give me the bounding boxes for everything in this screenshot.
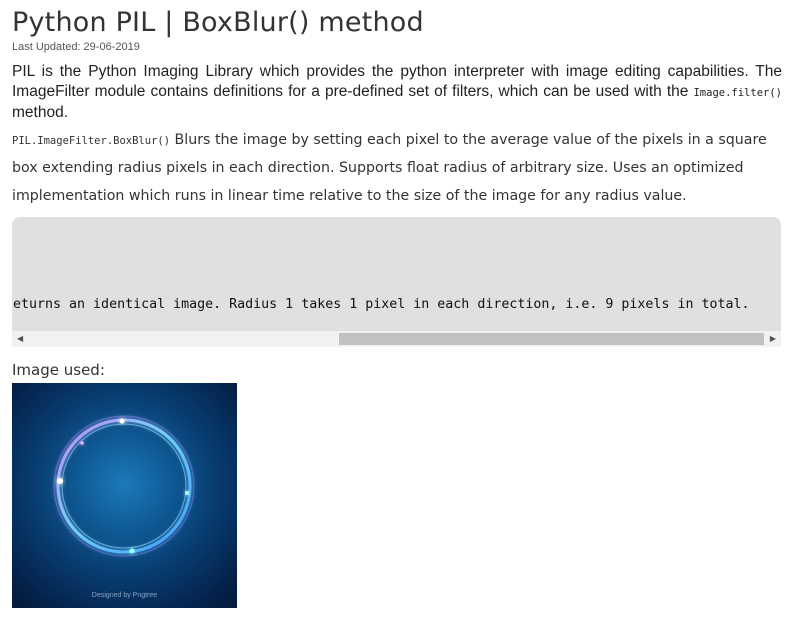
horizontal-scrollbar[interactable]: ◀ ▶ — [12, 331, 781, 347]
scroll-left-icon[interactable]: ◀ — [17, 334, 23, 344]
intro-paragraph: PIL is the Python Imaging Library which … — [12, 62, 782, 123]
page-title: Python PIL | BoxBlur() method — [12, 7, 424, 38]
intro-tail: method. — [12, 104, 69, 121]
glowing-ring-graphic — [53, 415, 195, 557]
scroll-right-icon[interactable]: ▶ — [770, 334, 776, 344]
sample-image: Designed by Pngtree — [12, 383, 237, 608]
code-line: eturns an identical image. Radius 1 take… — [13, 297, 750, 312]
last-updated: Last Updated: 29-06-2019 — [12, 41, 140, 53]
code-block: eturns an identical image. Radius 1 take… — [12, 217, 781, 347]
scrollbar-thumb[interactable] — [339, 333, 764, 345]
image-watermark: Designed by Pngtree — [91, 592, 158, 599]
image-label: Image used: — [12, 361, 105, 379]
description-code: PIL.ImageFilter.BoxBlur() — [12, 134, 171, 147]
article: Python PIL | BoxBlur() method Last Updat… — [12, 0, 782, 210]
intro-code: Image.filter() — [693, 86, 782, 99]
intro-text: PIL is the Python Imaging Library which … — [12, 63, 782, 100]
description-paragraph: PIL.ImageFilter.BoxBlur() Blurs the imag… — [12, 127, 782, 211]
